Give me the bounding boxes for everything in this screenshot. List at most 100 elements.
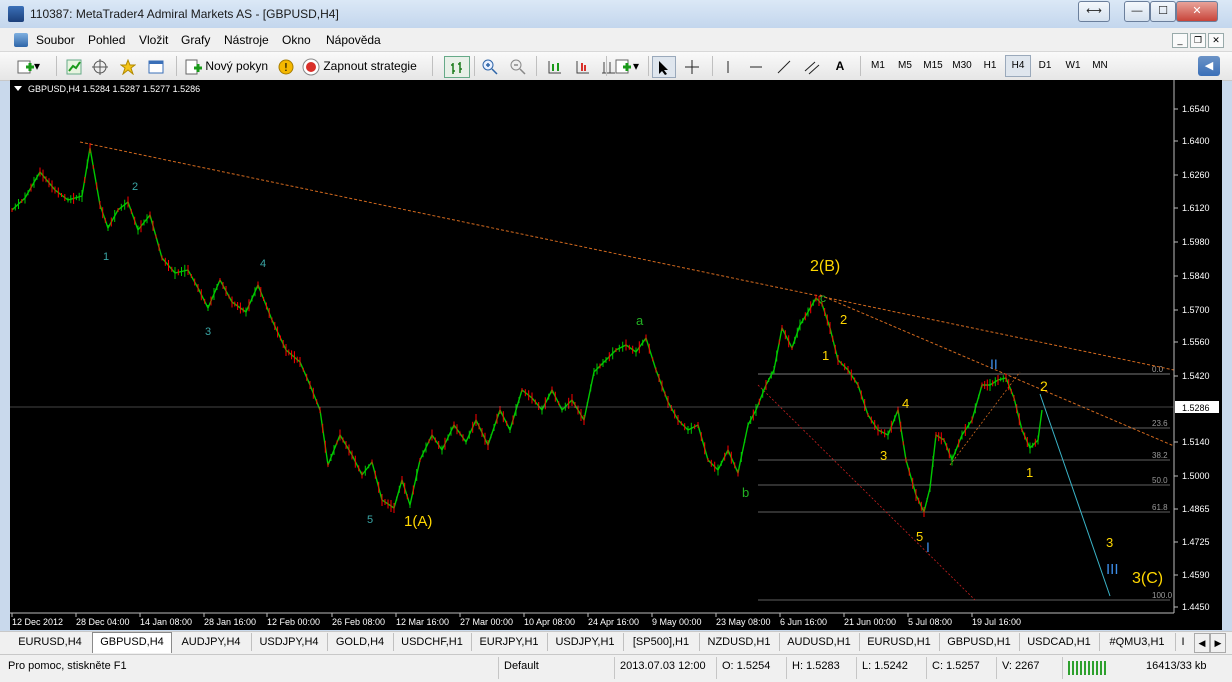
tab-usdjpy-h4[interactable]: USDJPY,H4 bbox=[251, 633, 328, 651]
market-watch-icon[interactable] bbox=[64, 56, 84, 76]
timeframe-m15[interactable]: M15 bbox=[920, 56, 946, 76]
enable-strategies-button[interactable]: Zapnout strategie bbox=[302, 56, 424, 76]
favorites-star-icon[interactable] bbox=[118, 56, 138, 76]
menu-vlozit[interactable]: Vložit bbox=[139, 33, 168, 47]
window-title: 110387: MetaTrader4 Admiral Markets AS -… bbox=[30, 7, 339, 21]
wave-label: 3 bbox=[1106, 535, 1113, 550]
tab-scroll-right-icon[interactable]: ▶ bbox=[1210, 633, 1226, 653]
tab-scroll-left-icon[interactable]: ◀ bbox=[1194, 633, 1210, 653]
new-order-label: Nový pokyn bbox=[205, 59, 269, 73]
minimize-button[interactable]: — bbox=[1124, 1, 1150, 22]
timeframe-w1[interactable]: W1 bbox=[1061, 56, 1085, 76]
maximize-button[interactable]: ☐ bbox=[1150, 1, 1176, 22]
price-tick-label: 1.5700 bbox=[1182, 305, 1210, 315]
wave-label: 2(B) bbox=[810, 258, 840, 275]
timeframe-m30[interactable]: M30 bbox=[949, 56, 975, 76]
new-chart-icon bbox=[17, 60, 34, 74]
mdi-close-button[interactable]: ✕ bbox=[1208, 33, 1224, 48]
autoscroll-icon[interactable] bbox=[572, 56, 592, 76]
toolbar: ▾ Nový pokyn ! Zapnout strategie ▾ A M1 … bbox=[0, 52, 1232, 81]
current-price-label: 1.5286 bbox=[1182, 403, 1210, 413]
status-datetime: 2013.07.03 12:00 bbox=[620, 660, 706, 672]
cursor-tool-icon[interactable] bbox=[652, 56, 676, 78]
svg-text:!: ! bbox=[284, 61, 288, 74]
bar-chart-type-icon[interactable] bbox=[444, 56, 470, 78]
price-tick-label: 1.4450 bbox=[1182, 602, 1210, 612]
crosshair-nav-icon[interactable] bbox=[90, 56, 110, 76]
tab-gold-h4[interactable]: GOLD,H4 bbox=[327, 633, 394, 651]
timeframe-m1[interactable]: M1 bbox=[866, 56, 890, 76]
price-tick-label: 1.5560 bbox=[1182, 337, 1210, 347]
menu-soubor[interactable]: Soubor bbox=[36, 33, 75, 47]
tab-nzdusd-h1[interactable]: NZDUSD,H1 bbox=[699, 633, 780, 651]
crosshair-tool-icon[interactable] bbox=[682, 56, 702, 76]
restore-arrows-icon[interactable]: ⟷ bbox=[1078, 1, 1110, 22]
tab-audusd-h1[interactable]: AUDUSD,H1 bbox=[779, 633, 860, 651]
equidistant-channel-icon[interactable] bbox=[802, 56, 822, 76]
tab-qmu3-h1[interactable]: #QMU3,H1 bbox=[1099, 633, 1176, 651]
warning-icon[interactable]: ! bbox=[276, 56, 296, 76]
status-profile[interactable]: Default bbox=[504, 660, 539, 672]
tab-usdjpy-h1[interactable]: USDJPY,H1 bbox=[547, 633, 624, 651]
tab-usdchf-h1[interactable]: USDCHF,H1 bbox=[393, 633, 472, 651]
timeframe-d1[interactable]: D1 bbox=[1033, 56, 1057, 76]
new-order-button[interactable]: Nový pokyn bbox=[184, 56, 270, 76]
mdi-restore-button[interactable]: ❐ bbox=[1190, 33, 1206, 48]
price-chart[interactable]: 0.0 23.6 38.2 50.0 61.8 100.0 1 2 3 4 5 1(A) a b c 2(B… bbox=[10, 80, 1222, 630]
trendline-icon[interactable] bbox=[774, 56, 794, 76]
menu-grafy[interactable]: Grafy bbox=[181, 33, 210, 47]
chart-window-icon[interactable] bbox=[14, 33, 28, 47]
wave-label: c bbox=[820, 291, 826, 305]
text-tool-icon[interactable]: A bbox=[830, 56, 850, 76]
tab-usdcad-h1[interactable]: USDCAD,H1 bbox=[1019, 633, 1100, 651]
wave-label: 5 bbox=[367, 514, 373, 526]
wave-label: 1(A) bbox=[404, 513, 432, 530]
time-tick-label: 21 Jun 00:00 bbox=[844, 617, 896, 627]
menu-okno[interactable]: Okno bbox=[282, 33, 311, 47]
tab-eurjpy-h1[interactable]: EURJPY,H1 bbox=[471, 633, 548, 651]
tab-audjpy-h4[interactable]: AUDJPY,H4 bbox=[171, 633, 252, 651]
tab-gbpusd-h4[interactable]: GBPUSD,H4 bbox=[92, 632, 172, 653]
fib-level-label: 50.0 bbox=[1152, 476, 1168, 485]
strategies-label: Zapnout strategie bbox=[323, 59, 417, 73]
chart-canvas[interactable]: 0.023.638.250.061.8100.0 12345 1(A)abc2(B… bbox=[10, 80, 1222, 630]
time-tick-label: 24 Apr 16:00 bbox=[588, 617, 639, 627]
chart-shift-icon[interactable] bbox=[544, 56, 564, 76]
price-tick-label: 1.5140 bbox=[1182, 437, 1210, 447]
menu-nastroje[interactable]: Nástroje bbox=[224, 33, 269, 47]
tab-sp500-h1[interactable]: [SP500],H1 bbox=[623, 633, 700, 651]
price-tick-label: 1.4590 bbox=[1182, 570, 1210, 580]
menu-napoveda[interactable]: Nápověda bbox=[326, 33, 381, 47]
timeframe-h4[interactable]: H4 bbox=[1005, 55, 1031, 77]
close-button[interactable]: ✕ bbox=[1176, 1, 1218, 22]
tab-eurusd-h4[interactable]: EURUSD,H4 bbox=[8, 633, 93, 651]
vertical-line-icon[interactable] bbox=[718, 56, 738, 76]
time-tick-label: 12 Dec 2012 bbox=[12, 617, 63, 627]
status-high: H: 1.5283 bbox=[792, 660, 840, 672]
tab-gbpusd-h1[interactable]: GBPUSD,H1 bbox=[939, 633, 1020, 651]
zoom-in-icon[interactable] bbox=[480, 56, 500, 76]
indicators-button[interactable]: ▾ bbox=[612, 56, 642, 76]
mdi-minimize-button[interactable]: _ bbox=[1172, 33, 1188, 48]
wave-label: 3 bbox=[205, 326, 211, 338]
chart-header-dropdown-icon[interactable] bbox=[14, 86, 22, 91]
new-chart-button[interactable]: ▾ bbox=[8, 56, 48, 76]
status-traffic: 16413/33 kb bbox=[1146, 660, 1207, 672]
menu-pohled[interactable]: Pohled bbox=[88, 33, 125, 47]
horizontal-line-icon[interactable] bbox=[746, 56, 766, 76]
time-tick-label: 19 Jul 16:00 bbox=[972, 617, 1021, 627]
wave-label: 4 bbox=[260, 258, 266, 270]
status-close: C: 1.5257 bbox=[932, 660, 980, 672]
tab-overflow[interactable]: I bbox=[1176, 633, 1190, 651]
time-tick-label: 28 Dec 04:00 bbox=[76, 617, 130, 627]
tab-eurusd-h1[interactable]: EURUSD,H1 bbox=[859, 633, 940, 651]
terminal-window-icon[interactable] bbox=[146, 56, 166, 76]
connection-status-icon[interactable] bbox=[1068, 661, 1108, 675]
toolbar-options-arrow-icon[interactable]: ◀ bbox=[1198, 56, 1220, 76]
timeframe-h1[interactable]: H1 bbox=[978, 56, 1002, 76]
new-order-icon bbox=[185, 59, 202, 75]
zoom-out-icon[interactable] bbox=[508, 56, 528, 76]
wave-label: 2 bbox=[1040, 378, 1048, 394]
timeframe-m5[interactable]: M5 bbox=[893, 56, 917, 76]
timeframe-mn[interactable]: MN bbox=[1088, 56, 1112, 76]
